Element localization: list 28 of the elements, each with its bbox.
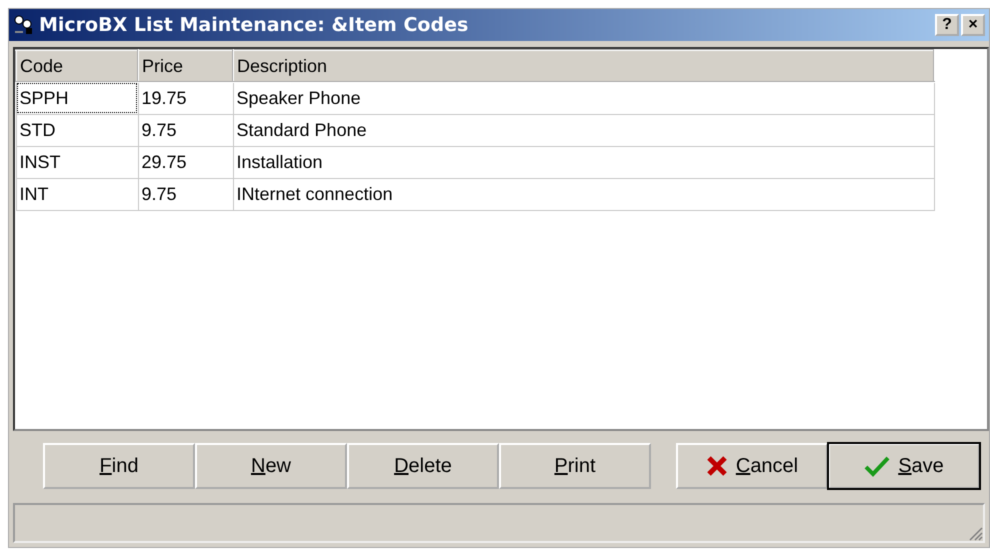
table-cell: STD [16,114,138,146]
action-button[interactable]: Delete [347,443,499,489]
table-cell: 9.75 [138,178,233,210]
table-cell: SPPH [16,82,138,114]
column-header[interactable]: Description [233,50,934,82]
table-cell: Standard Phone [233,114,934,146]
table-cell: Installation [233,146,934,178]
help-button[interactable]: ? [935,14,959,36]
action-button[interactable]: Print [499,443,651,489]
table-cell: INT [16,178,138,210]
save-button[interactable]: Save [828,443,980,489]
cancel-button[interactable]: Cancel [676,443,828,489]
action-button[interactable]: Find [43,443,195,489]
table-cell: 19.75 [138,82,233,114]
column-header[interactable]: Code [16,50,138,82]
checkmark-icon [864,455,890,477]
resize-grip-icon [967,525,983,541]
app-icon [13,14,35,36]
action-button[interactable]: New [195,443,347,489]
close-button[interactable]: × [961,14,985,36]
window-title: MicroBX List Maintenance: &Item Codes [39,14,470,36]
table-cell: Speaker Phone [233,82,934,114]
table-cell: 29.75 [138,146,233,178]
cross-icon [706,455,728,477]
table-cell: 9.75 [138,114,233,146]
table-cell: INST [16,146,138,178]
column-header[interactable]: Price [138,50,233,82]
table-cell: INternet connection [233,178,934,210]
